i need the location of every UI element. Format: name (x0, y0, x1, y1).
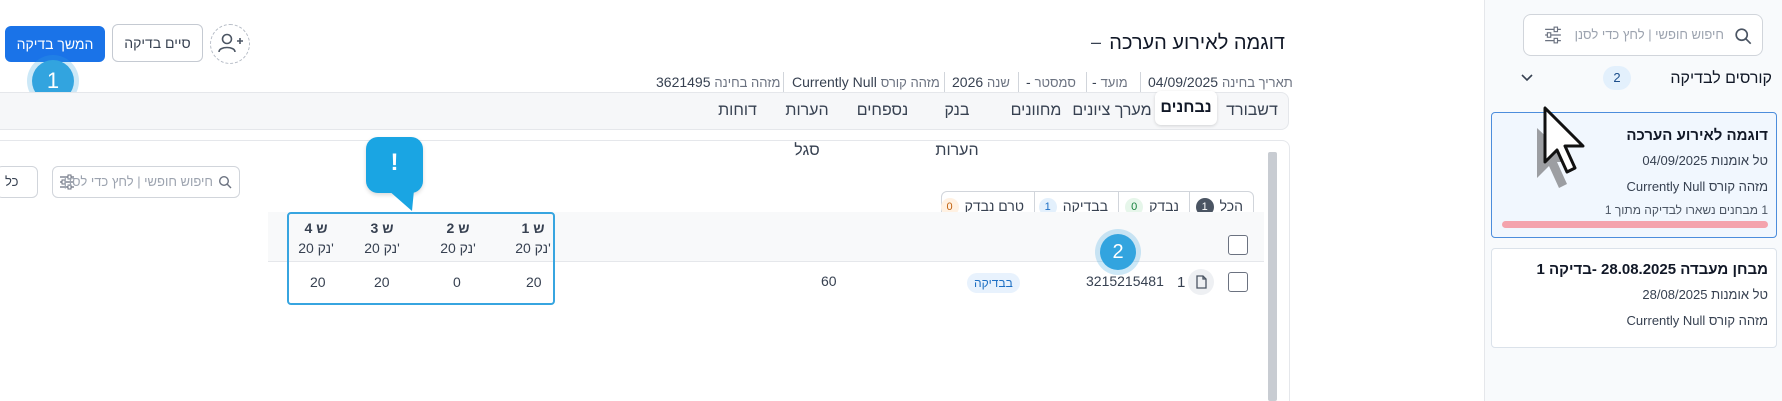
course-card-id: מזהה קורס Currently Null (1626, 313, 1768, 328)
course-card-remaining: 1 מבחנים נשארו לבדיקה מתוך 1 (1604, 203, 1768, 217)
course-progress-bar (1502, 221, 1768, 228)
meta-year: שנה 2026 (952, 74, 1010, 90)
tab-dashboard[interactable]: דשבורד (1222, 91, 1282, 131)
student-id: 3215215481 (1086, 273, 1164, 289)
alert-callout: ! (366, 137, 423, 193)
callout-pointer (388, 190, 414, 211)
document-icon[interactable] (1188, 269, 1214, 295)
course-card-title: דוגמה לאירוע הערכה (1626, 127, 1768, 144)
tab-grades[interactable]: מערך ציונים (1072, 91, 1152, 131)
section-title: קורסים לבדיקה (1670, 70, 1772, 87)
tab-comment-bank[interactable]: בנק הערות (922, 91, 992, 159)
meta-course-id: מזהה קורס Currently Null (792, 74, 940, 90)
meta-exam-id: מזהה בחינה 3621495 (656, 74, 781, 90)
highlight-box (287, 212, 555, 305)
course-card-id: מזהה קורס Currently Null (1626, 179, 1768, 194)
user-plus-icon (218, 33, 243, 53)
mouse-cursor-icon (1537, 106, 1585, 188)
chevron-down-icon[interactable] (1519, 70, 1535, 86)
row-index: 1 (1177, 274, 1186, 291)
meta-moed: מועד - (1092, 74, 1128, 90)
step-callout-2: 2 (1100, 234, 1136, 270)
finish-check-button[interactable]: סיים בדיקה (112, 24, 203, 62)
sidebar-search-placeholder: חיפוש חופשי | לחץ כדי לסנן (1574, 27, 1724, 42)
page-title: דוגמה לאירוע הערכה (1109, 32, 1285, 54)
search-icon (1735, 28, 1752, 45)
tab-staff-notes[interactable]: הערות סגל (772, 91, 842, 159)
course-card-date: טל אומנות 28/08/2025 (1642, 287, 1768, 302)
table-search-input[interactable]: חיפוש חופשי | לחץ כדי לסנן (52, 166, 240, 198)
tab-reports[interactable]: דוחות (715, 91, 760, 131)
sidebar: חיפוש חופשי | לחץ כדי לסנן קורסים לבדיקה… (1484, 0, 1782, 401)
continue-check-button[interactable]: המשך בדיקה (5, 26, 105, 62)
status-badge: בבדיקה (967, 273, 1020, 293)
total-score: 60 (821, 273, 837, 289)
filter-sliders-icon (1545, 26, 1561, 44)
tab-examinees[interactable]: נבחנים (1155, 91, 1217, 125)
course-card-title: מבחן מעבדה 28.08.2025 -בדיקה 1 (1536, 261, 1768, 278)
sidebar-search-input[interactable]: חיפוש חופשי | לחץ כדי לסנן (1523, 14, 1763, 56)
table-search-placeholder: חיפוש חופשי | לחץ כדי לסנן (63, 174, 213, 189)
select-all-checkbox[interactable] (1228, 235, 1248, 255)
course-card[interactable]: מבחן מעבדה 28.08.2025 -בדיקה 1 טל אומנות… (1491, 248, 1777, 348)
course-card-date: טל אומנות 04/09/2025 (1642, 153, 1768, 168)
tab-rubrics[interactable]: מחוונים (1005, 91, 1067, 131)
scrollbar[interactable] (1268, 152, 1277, 401)
collapse-toggle[interactable]: – (1091, 32, 1101, 53)
tab-appendices[interactable]: נספחים (855, 91, 910, 131)
all-dropdown-button[interactable]: כל (0, 166, 38, 198)
search-icon (218, 175, 232, 189)
section-count-badge: 2 (1603, 66, 1631, 90)
meta-semester: סמסטר - (1026, 74, 1076, 90)
row-checkbox[interactable] (1228, 272, 1248, 292)
add-user-button[interactable] (210, 24, 250, 64)
meta-exam-date: תאריך בחינה 04/09/2025 (1148, 74, 1293, 90)
